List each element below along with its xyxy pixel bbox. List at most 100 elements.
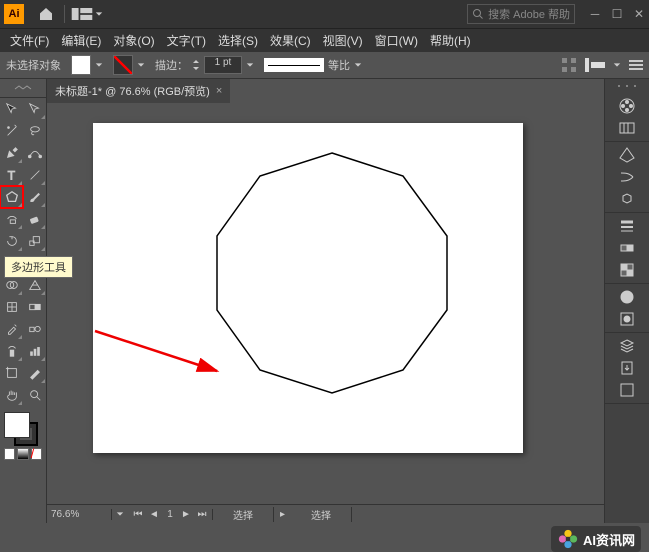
symbols-icon[interactable]	[618, 190, 636, 208]
fill-stroke-control[interactable]: /	[0, 406, 46, 466]
prev-icon[interactable]: ◄	[148, 509, 160, 520]
menu-type[interactable]: 文字(T)	[161, 32, 212, 49]
stepper-icon[interactable]	[192, 58, 200, 72]
document-area: 未标题-1* @ 76.6% (RGB/预览) × 76.6% ⏮ ◄ 1	[47, 79, 604, 523]
artboard[interactable]	[93, 123, 523, 453]
menu-file[interactable]: 文件(F)	[4, 32, 55, 49]
color-guide-icon[interactable]	[618, 119, 636, 137]
watermark-badge: AI资讯网	[551, 526, 641, 552]
none-mode[interactable]: /	[31, 448, 42, 460]
search-field[interactable]: 搜索 Adobe 帮助	[467, 4, 575, 24]
pen-tool[interactable]	[0, 142, 23, 164]
chevron-down-icon[interactable]	[246, 61, 254, 69]
swatches-icon[interactable]	[618, 146, 636, 164]
gradient-tool[interactable]	[23, 296, 46, 318]
color-mode[interactable]	[4, 448, 15, 460]
chevron-down-icon[interactable]	[137, 61, 145, 69]
direct-selection-tool[interactable]	[23, 98, 46, 120]
transparency-icon[interactable]	[618, 261, 636, 279]
chevron-down-icon[interactable]	[95, 10, 103, 18]
line-tool[interactable]	[23, 164, 46, 186]
chevron-down-icon[interactable]	[354, 61, 362, 69]
menu-view[interactable]: 视图(V)	[317, 32, 369, 49]
last-icon[interactable]: ⏭	[196, 509, 208, 520]
scale-tool[interactable]	[23, 230, 46, 252]
type-tool[interactable]: T	[0, 164, 23, 186]
status-select-1[interactable]: 选择	[213, 507, 274, 522]
chevron-down-icon[interactable]	[116, 510, 124, 518]
panel-grip[interactable]	[605, 79, 649, 93]
fill-color[interactable]	[4, 412, 30, 438]
artboard-nav[interactable]: ⏮ ◄ 1 ► ⏭	[128, 509, 213, 520]
artboards-panel-icon[interactable]	[618, 381, 636, 399]
minimize-button[interactable]: ─	[589, 8, 601, 20]
flower-icon	[557, 528, 579, 550]
status-select-2[interactable]: 选择	[291, 507, 352, 522]
stroke-profile[interactable]	[264, 58, 324, 72]
mesh-tool[interactable]	[0, 296, 23, 318]
align-button[interactable]	[585, 58, 605, 72]
grid-icon[interactable]	[561, 57, 577, 73]
polygon-shape[interactable]	[217, 153, 447, 393]
graph-tool[interactable]	[23, 340, 46, 362]
close-tab-icon[interactable]: ×	[216, 85, 222, 97]
stroke-weight-input[interactable]: 1 pt	[204, 56, 242, 74]
search-icon	[472, 8, 484, 20]
shaper-tool[interactable]	[0, 208, 23, 230]
panel-menu-icon[interactable]	[629, 58, 643, 72]
menu-object[interactable]: 对象(O)	[107, 32, 160, 49]
color-panel-icon[interactable]	[618, 97, 636, 115]
close-button[interactable]: ✕	[633, 8, 645, 20]
eraser-tool[interactable]	[23, 208, 46, 230]
stroke-swatch[interactable]	[113, 55, 133, 75]
gradient-mode[interactable]	[17, 448, 28, 460]
polygon-tool[interactable]	[0, 186, 23, 208]
menu-select[interactable]: 选择(S)	[212, 32, 264, 49]
menu-effect[interactable]: 效果(C)	[264, 32, 317, 49]
layers-icon[interactable]	[618, 337, 636, 355]
status-chevron[interactable]: ▸	[274, 509, 291, 520]
hand-tool[interactable]	[0, 384, 23, 406]
menu-edit[interactable]: 编辑(E)	[55, 32, 107, 49]
zoom-tool[interactable]	[23, 384, 46, 406]
rotate-tool[interactable]	[0, 230, 23, 252]
maximize-button[interactable]: ☐	[611, 8, 623, 20]
menu-window[interactable]: 窗口(W)	[369, 32, 424, 49]
home-icon[interactable]	[38, 6, 54, 22]
zoom-level[interactable]: 76.6%	[47, 509, 112, 520]
fill-swatch[interactable]	[71, 55, 91, 75]
gradient-panel-icon[interactable]	[618, 239, 636, 257]
artboard-number[interactable]: 1	[164, 509, 176, 520]
arrange-docs-button[interactable]	[69, 5, 95, 23]
magic-wand-tool[interactable]	[0, 120, 23, 142]
canvas[interactable]	[47, 103, 604, 504]
tool-panel: T	[0, 79, 47, 523]
asset-export-icon[interactable]	[618, 359, 636, 377]
chevron-down-icon[interactable]	[95, 61, 103, 69]
chevron-down-icon[interactable]	[613, 61, 621, 69]
watermark-text: AI资讯网	[583, 530, 635, 549]
selection-tool[interactable]	[0, 98, 23, 120]
brushes-icon[interactable]	[618, 168, 636, 186]
stroke-panel-icon[interactable]	[618, 217, 636, 235]
document-tab[interactable]: 未标题-1* @ 76.6% (RGB/预览) ×	[47, 79, 230, 103]
eyedropper-tool[interactable]	[0, 318, 23, 340]
selection-status: 未选择对象	[6, 57, 61, 73]
graphic-styles-icon[interactable]	[618, 310, 636, 328]
lasso-tool[interactable]	[23, 120, 46, 142]
appearance-icon[interactable]	[618, 288, 636, 306]
next-icon[interactable]: ►	[180, 509, 192, 520]
document-status-bar: 76.6% ⏮ ◄ 1 ► ⏭ 选择 ▸ 选择	[47, 504, 604, 523]
polygon-tool-tooltip: 多边形工具	[4, 256, 73, 278]
slice-tool[interactable]	[23, 362, 46, 384]
menu-help[interactable]: 帮助(H)	[424, 32, 477, 49]
paintbrush-tool[interactable]	[23, 186, 46, 208]
symbol-sprayer-tool[interactable]	[0, 340, 23, 362]
search-placeholder: 搜索 Adobe 帮助	[488, 6, 570, 22]
curvature-tool[interactable]	[23, 142, 46, 164]
stroke-label: 描边：	[155, 57, 188, 73]
blend-tool[interactable]	[23, 318, 46, 340]
tool-panel-grip[interactable]	[0, 79, 46, 98]
artboard-tool[interactable]	[0, 362, 23, 384]
first-icon[interactable]: ⏮	[132, 509, 144, 520]
